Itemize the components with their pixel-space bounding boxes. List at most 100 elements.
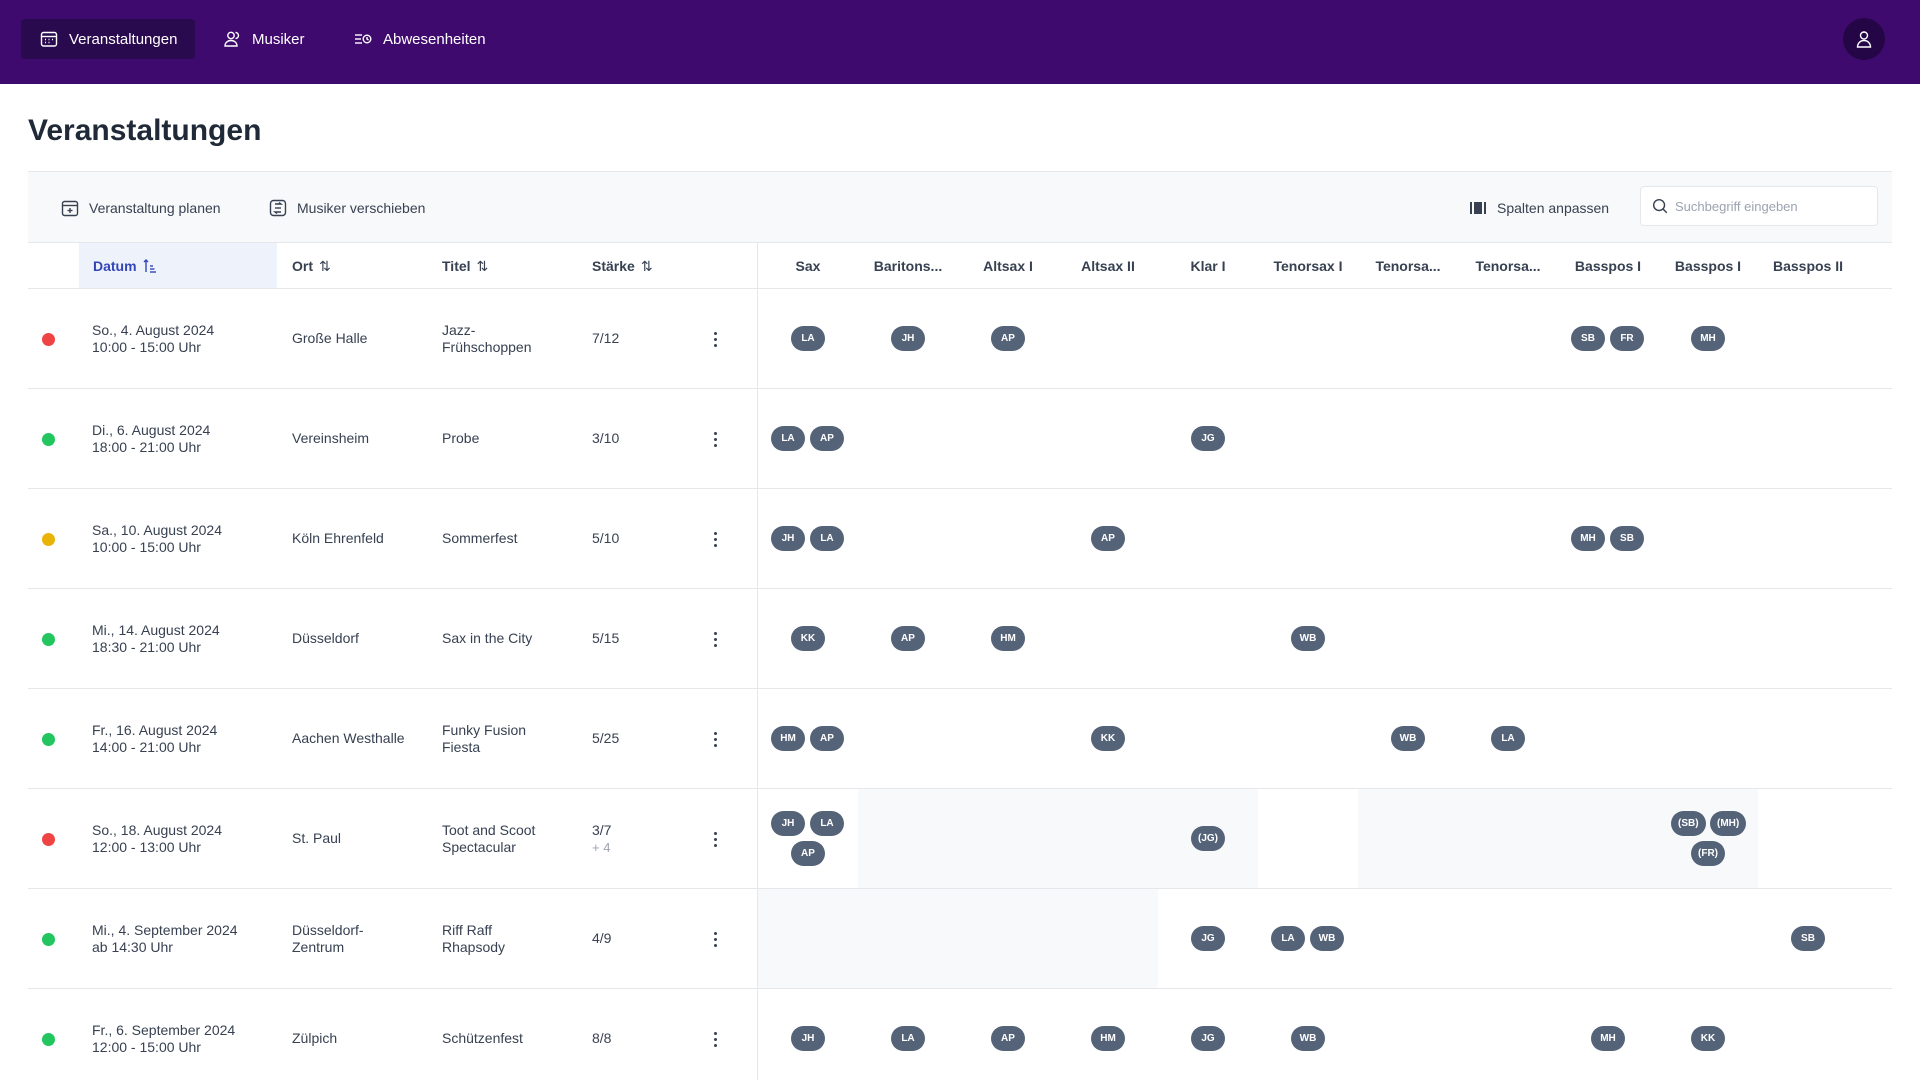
- table-row[interactable]: Mi., 4. September 2024 ab 14:30 Uhr Düssel…: [28, 889, 1892, 989]
- musician-badge[interactable]: (MH): [1710, 811, 1747, 836]
- assignment-shade: [758, 889, 1158, 988]
- row-more-options-icon[interactable]: [703, 327, 727, 351]
- musician-badge[interactable]: LA: [771, 426, 805, 451]
- header-staerke[interactable]: Stärke ⇅: [592, 243, 653, 288]
- row-more-options-icon[interactable]: [703, 827, 727, 851]
- musician-badge[interactable]: AP: [810, 426, 844, 451]
- header-ort[interactable]: Ort ⇅: [292, 243, 331, 288]
- instrument-column-header[interactable]: Altsax I: [958, 243, 1058, 288]
- musician-badge[interactable]: LA: [810, 811, 844, 836]
- date-cell: Di., 6. August 2024 18:00 - 21:00 Uhr: [92, 422, 210, 456]
- plan-event-button[interactable]: Veranstaltung planen: [60, 196, 221, 220]
- musician-badge[interactable]: AP: [991, 326, 1025, 351]
- table-row[interactable]: So., 4. August 2024 10:00 - 15:00 Uhr Groß…: [28, 289, 1892, 389]
- search-input[interactable]: [1675, 198, 1865, 214]
- assignment-shade: [1358, 789, 1758, 888]
- musician-badge[interactable]: HM: [1091, 1026, 1125, 1051]
- table-row[interactable]: Sa., 10. August 2024 10:00 - 15:00 Uhr Köl…: [28, 489, 1892, 589]
- musician-badge[interactable]: JH: [891, 326, 925, 351]
- musician-badge[interactable]: SB: [1571, 326, 1605, 351]
- musician-badge[interactable]: HM: [991, 626, 1025, 651]
- row-more-options-icon[interactable]: [703, 727, 727, 751]
- musician-badge[interactable]: WB: [1291, 1026, 1325, 1051]
- musician-badge[interactable]: AP: [991, 1026, 1025, 1051]
- table-row[interactable]: Fr., 6. September 2024 12:00 - 15:00 Uhr Z…: [28, 989, 1892, 1080]
- row-more-options-icon[interactable]: [703, 927, 727, 951]
- musician-badge[interactable]: KK: [1691, 1026, 1725, 1051]
- title-cell: Sax in the City: [442, 630, 532, 647]
- musician-badge[interactable]: LA: [791, 326, 825, 351]
- musician-badge[interactable]: MH: [1591, 1026, 1625, 1051]
- date-cell: Mi., 14. August 2024 18:30 - 21:00 Uhr: [92, 622, 220, 656]
- user-menu-button[interactable]: [1843, 18, 1885, 60]
- musician-badge[interactable]: MH: [1691, 326, 1725, 351]
- row-more-options-icon[interactable]: [703, 1027, 727, 1051]
- musician-badge[interactable]: WB: [1291, 626, 1325, 651]
- musician-badge[interactable]: WB: [1391, 726, 1425, 751]
- instrument-column-header[interactable]: Klar I: [1158, 243, 1258, 288]
- header-titel[interactable]: Titel ⇅: [442, 243, 488, 288]
- header-datum[interactable]: Datum: [79, 243, 277, 288]
- instrument-column-header[interactable]: Tenorsa...: [1458, 243, 1558, 288]
- strength-value: 5/15: [592, 630, 620, 646]
- row-more-options-icon[interactable]: [703, 627, 727, 651]
- status-dot: [42, 533, 55, 546]
- instrument-column-header[interactable]: Basspos II: [1758, 243, 1858, 288]
- musician-badge[interactable]: (JG): [1191, 826, 1225, 851]
- musician-badge[interactable]: KK: [791, 626, 825, 651]
- musician-badge[interactable]: AP: [1091, 526, 1125, 551]
- musician-badge[interactable]: FR: [1610, 326, 1644, 351]
- status-dot: [42, 1033, 55, 1046]
- musician-badge[interactable]: JH: [771, 811, 805, 836]
- adjust-columns-button[interactable]: Spalten anpassen: [1468, 196, 1609, 220]
- adjust-columns-label: Spalten anpassen: [1497, 200, 1610, 216]
- nav-label-abwesenheiten: Abwesenheiten: [383, 30, 486, 48]
- musician-badge[interactable]: JG: [1191, 926, 1225, 951]
- musician-badge[interactable]: AP: [810, 726, 844, 751]
- row-more-options-icon[interactable]: [703, 527, 727, 551]
- musician-badge[interactable]: LA: [891, 1026, 925, 1051]
- musician-badge[interactable]: KK: [1091, 726, 1125, 751]
- plan-event-label: Veranstaltung planen: [89, 200, 221, 216]
- nav-item-musiker[interactable]: Musiker: [204, 19, 323, 59]
- table-row[interactable]: Fr., 16. August 2024 14:00 - 21:00 Uhr Aac…: [28, 689, 1892, 789]
- instrument-column-header[interactable]: K: [1858, 243, 1892, 288]
- move-musician-button[interactable]: Musiker verschieben: [268, 196, 425, 220]
- musician-badge[interactable]: SB: [1791, 926, 1825, 951]
- musician-badge[interactable]: LA: [810, 526, 844, 551]
- instrument-column-header[interactable]: Basspos I: [1658, 243, 1758, 288]
- instrument-column-header[interactable]: Baritons...: [858, 243, 958, 288]
- musician-badge[interactable]: JG: [1191, 1026, 1225, 1051]
- musician-badge[interactable]: LA: [1491, 726, 1525, 751]
- musician-badge[interactable]: HM: [771, 726, 805, 751]
- title-cell: Jazz- Frühschoppen: [442, 322, 532, 356]
- instrument-column-header[interactable]: Tenorsa...: [1358, 243, 1458, 288]
- musician-badge[interactable]: SB: [1610, 526, 1644, 551]
- strength-value: 5/25: [592, 730, 620, 746]
- musician-badge[interactable]: AP: [891, 626, 925, 651]
- instrument-column-header[interactable]: Sax: [758, 243, 858, 288]
- musician-badge[interactable]: AP: [791, 841, 825, 866]
- instrument-column-header[interactable]: Altsax II: [1058, 243, 1158, 288]
- table-row[interactable]: Di., 6. August 2024 18:00 - 21:00 Uhr Vere…: [28, 389, 1892, 489]
- table-row[interactable]: So., 18. August 2024 12:00 - 13:00 Uhr St.…: [28, 789, 1892, 889]
- instrument-column-header[interactable]: Basspos I: [1558, 243, 1658, 288]
- table-row[interactable]: Mi., 14. August 2024 18:30 - 21:00 Uhr Düs…: [28, 589, 1892, 689]
- nav-item-veranstaltungen[interactable]: Veranstaltungen: [21, 19, 196, 59]
- search-box[interactable]: [1640, 186, 1878, 226]
- musician-badge[interactable]: MH: [1571, 526, 1605, 551]
- row-more-options-icon[interactable]: [703, 427, 727, 451]
- musician-badge[interactable]: JH: [771, 526, 805, 551]
- title-cell: Schützenfest: [442, 1030, 523, 1047]
- nav-item-abwesenheiten[interactable]: Abwesenheiten: [335, 19, 504, 59]
- sort-icon: ⇅: [319, 257, 331, 274]
- musician-badge[interactable]: JH: [791, 1026, 825, 1051]
- title-cell-line: Schützenfest: [442, 1030, 523, 1046]
- musician-badge[interactable]: JG: [1191, 426, 1225, 451]
- musician-badge[interactable]: LA: [1271, 926, 1305, 951]
- musician-badge[interactable]: (SB): [1671, 811, 1706, 836]
- title-cell-line: Sax in the City: [442, 630, 533, 646]
- instrument-column-header[interactable]: Tenorsax I: [1258, 243, 1358, 288]
- musician-badge[interactable]: (FR): [1691, 841, 1725, 866]
- musician-badge[interactable]: WB: [1310, 926, 1344, 951]
